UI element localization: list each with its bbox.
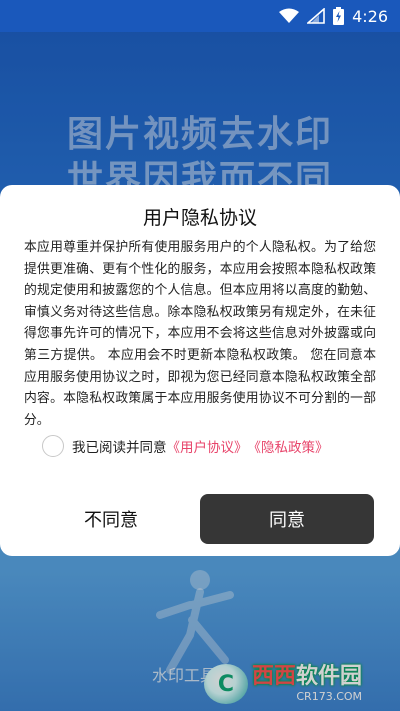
- user-agreement-link[interactable]: 《用户协议》: [167, 436, 248, 456]
- signal-icon: [307, 8, 325, 24]
- status-time: 4:26: [352, 6, 388, 26]
- dialog-body-text: 本应用尊重并保护所有使用服务用户的个人隐私权。为了给您提供更准确、更有个性化的服…: [24, 240, 376, 428]
- dialog-title: 用户隐私协议: [142, 207, 257, 229]
- battery-icon: [333, 7, 345, 25]
- disagree-button[interactable]: 不同意: [24, 494, 198, 544]
- status-bar: 4:26: [0, 0, 400, 32]
- agree-checkbox[interactable]: [42, 435, 64, 457]
- agree-prefix-text: 我已阅读并同意: [72, 440, 167, 456]
- privacy-dialog: 用户隐私协议 本应用尊重并保护所有使用服务用户的个人隐私权。为了给您提供更准确、…: [0, 185, 400, 556]
- agree-button[interactable]: 同意: [200, 494, 374, 544]
- privacy-policy-link[interactable]: 《隐私政策》: [248, 436, 329, 456]
- app-screen: 图片视频去水印 世界因我而不同 水印工具 C 西西软件园 CR173.COM 4…: [0, 0, 400, 711]
- agree-row: 我已阅读并同意 《用户协议》 《隐私政策》: [42, 433, 329, 459]
- wifi-icon: [279, 8, 300, 23]
